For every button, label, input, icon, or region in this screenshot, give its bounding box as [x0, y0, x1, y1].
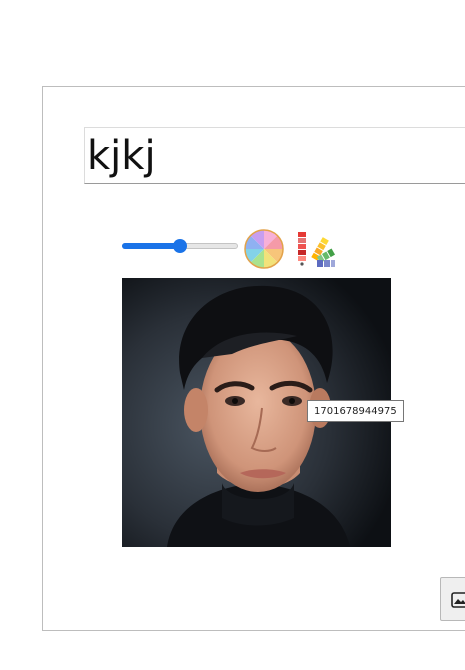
color-wheel-icon[interactable] [243, 228, 285, 270]
size-slider[interactable] [122, 239, 238, 253]
image-icon [451, 592, 465, 608]
title-input[interactable]: kjkj [84, 127, 465, 184]
toolbar [122, 226, 342, 270]
slider-thumb[interactable] [173, 239, 187, 253]
slider-fill [122, 243, 180, 249]
image-tooltip: 1701678944975 [307, 400, 404, 422]
color-palette-icon[interactable] [295, 229, 335, 269]
page: kjkj 1701678944975 [0, 0, 465, 670]
insert-image-button[interactable] [440, 577, 465, 621]
